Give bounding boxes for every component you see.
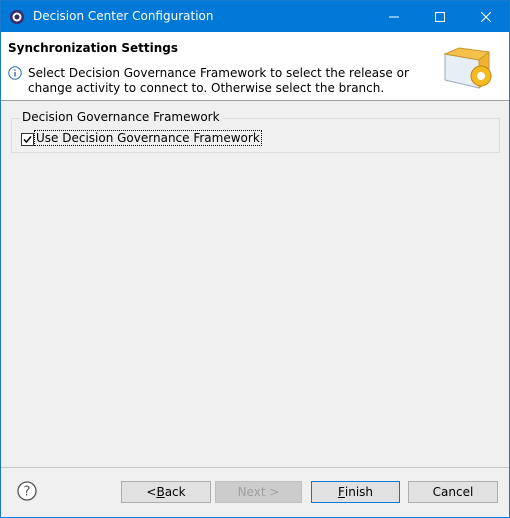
finish-mnemonic: F	[337, 485, 345, 499]
close-icon	[481, 11, 491, 22]
header-separator	[1, 100, 509, 101]
help-icon[interactable]: ?	[17, 481, 37, 501]
page-description: Select Decision Governance Framework to …	[28, 66, 409, 95]
svg-text:?: ?	[24, 485, 31, 500]
maximize-icon	[435, 11, 445, 22]
info-icon	[8, 66, 22, 80]
wizard-folder-gear-icon	[443, 47, 492, 90]
title-bar[interactable]: Decision Center Configuration	[1, 1, 509, 32]
framework-group: Decision Governance Framework Use Decisi…	[11, 110, 500, 153]
cancel-label: Cancel	[432, 485, 474, 499]
window-title: Decision Center Configuration	[33, 9, 214, 23]
cancel-button[interactable]: Cancel	[408, 481, 498, 503]
checkmark-icon	[23, 136, 32, 144]
eclipse-gear-icon	[10, 10, 24, 24]
back-prefix: <	[146, 485, 157, 499]
close-button[interactable]	[463, 1, 509, 32]
page-title: Synchronization Settings	[8, 41, 179, 55]
next-button[interactable]: Next >	[215, 481, 302, 503]
back-button[interactable]: < Back	[121, 481, 211, 503]
back-mnemonic: B	[156, 485, 165, 499]
use-framework-checkbox[interactable]	[21, 133, 34, 146]
finish-rest: inish	[344, 485, 374, 499]
maximize-button[interactable]	[417, 1, 463, 32]
dialog-window: Decision Center Configuration Synchroniz…	[0, 0, 510, 518]
use-framework-label[interactable]: Use Decision Governance Framework	[34, 130, 262, 146]
next-label: Next >	[237, 485, 280, 499]
footer-separator	[1, 467, 509, 468]
back-rest: ack	[164, 485, 186, 499]
wizard-header: Synchronization Settings Select Decision…	[1, 32, 509, 100]
minimize-icon	[389, 16, 399, 17]
finish-button[interactable]: Finish	[311, 481, 400, 503]
group-legend: Decision Governance Framework	[20, 110, 222, 124]
minimize-button[interactable]	[371, 1, 417, 32]
